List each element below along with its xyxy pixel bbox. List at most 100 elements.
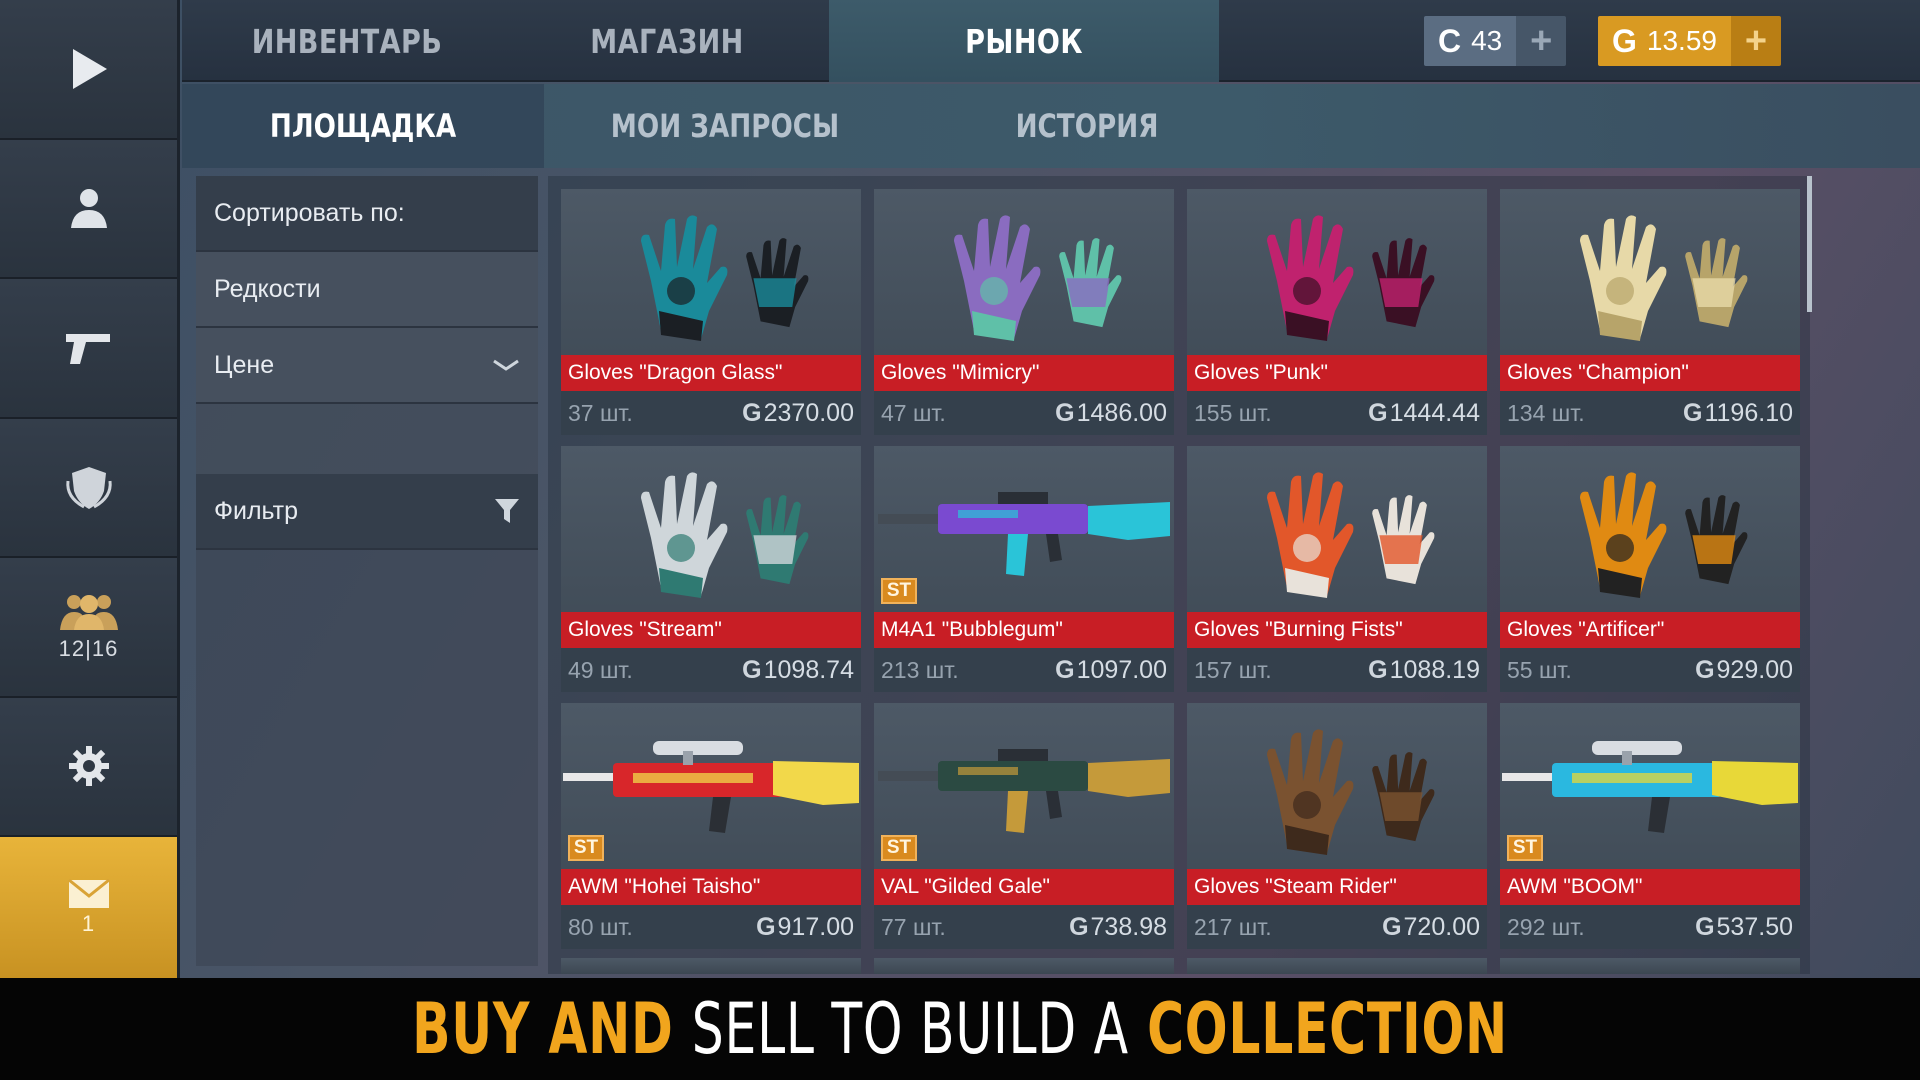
market-item-card[interactable]: ST AWM "BOOM" 292 шт. G 537.50	[1500, 703, 1800, 949]
item-quantity: 37 шт.	[568, 399, 633, 426]
gold-currency-icon: G	[1368, 655, 1388, 684]
item-quantity: 217 шт.	[1194, 913, 1272, 940]
item-price: G 1486.00	[1055, 399, 1167, 428]
item-price-value: 1097.00	[1076, 655, 1167, 684]
item-price: G 537.50	[1695, 913, 1793, 942]
next-row-card-peek[interactable]	[874, 958, 1174, 974]
item-image	[1187, 189, 1487, 355]
item-price-value: 738.98	[1090, 912, 1167, 941]
market-sub-tabs: ПЛОЩАДКА МОИ ЗАПРОСЫ ИСТОРИЯ	[182, 84, 1920, 168]
gold-currency-icon: G	[1368, 398, 1388, 427]
item-name: Gloves "Steam Rider"	[1187, 869, 1487, 905]
item-image	[1187, 703, 1487, 869]
item-quantity: 55 шт.	[1507, 656, 1572, 683]
tab-shop[interactable]: МАГАЗИН	[548, 0, 786, 82]
top-tab-bar: ИНВЕНТАРЬ МАГАЗИН РЫНОК C 43 + G 13.59 +	[182, 0, 1920, 82]
item-price-value: 2370.00	[763, 398, 854, 427]
market-item-card[interactable]: Gloves "Dragon Glass" 37 шт. G 2370.00	[561, 189, 861, 435]
item-meta: 55 шт. G 929.00	[1500, 648, 1800, 692]
item-quantity: 80 шт.	[568, 913, 633, 940]
panel-spacer	[196, 404, 538, 474]
item-price-value: 929.00	[1716, 655, 1793, 684]
sort-option-rarity[interactable]: Редкости	[196, 252, 538, 328]
play-icon	[72, 48, 107, 89]
item-meta: 155 шт. G 1444.44	[1187, 391, 1487, 435]
next-row-card-peek[interactable]	[561, 958, 861, 974]
add-gold-button[interactable]: +	[1730, 16, 1781, 66]
item-image	[1500, 446, 1800, 612]
weapons-button[interactable]	[0, 279, 177, 419]
item-price-value: 1444.44	[1389, 398, 1480, 427]
tab-marketplace[interactable]: ПЛОЩАДКА	[215, 84, 512, 168]
sidebar: 12|16 1	[0, 0, 180, 978]
filter-label: Фильтр	[214, 496, 298, 525]
gold-value-box: G 13.59	[1598, 16, 1731, 66]
market-item-card[interactable]: Gloves "Mimicry" 47 шт. G 1486.00	[874, 189, 1174, 435]
tab-my-requests[interactable]: МОИ ЗАПРОСЫ	[577, 84, 874, 168]
item-meta: 47 шт. G 1486.00	[874, 391, 1174, 435]
item-price: G 1097.00	[1055, 656, 1167, 685]
grid-scrollbar[interactable]	[1807, 176, 1812, 312]
gold-coin-icon: G	[1612, 22, 1637, 59]
item-price: G 720.00	[1382, 913, 1480, 942]
clan-button[interactable]	[0, 418, 177, 558]
market-item-card[interactable]: ST AWM "Hohei Taisho" 80 шт. G 917.00	[561, 703, 861, 949]
item-meta: 134 шт. G 1196.10	[1500, 391, 1800, 435]
silver-coin-icon: C	[1438, 22, 1462, 59]
item-name: Gloves "Champion"	[1500, 355, 1800, 391]
gold-currency-icon: G	[756, 912, 776, 941]
sort-option-price[interactable]: Цене	[196, 328, 538, 404]
item-quantity: 49 шт.	[568, 656, 633, 683]
tab-market[interactable]: РЫНОК	[864, 0, 1184, 82]
settings-button[interactable]	[0, 697, 177, 837]
market-item-card[interactable]: Gloves "Punk" 155 шт. G 1444.44	[1187, 189, 1487, 435]
market-item-card[interactable]: ST VAL "Gilded Gale" 77 шт. G 738.98	[874, 703, 1174, 949]
item-image	[561, 189, 861, 355]
silver-value-box: C 43	[1424, 16, 1517, 66]
tab-inventory[interactable]: ИНВЕНТАРЬ	[228, 0, 466, 82]
add-silver-button[interactable]: +	[1516, 16, 1567, 66]
item-name: Gloves "Artificer"	[1500, 612, 1800, 648]
item-price-value: 917.00	[777, 912, 854, 941]
market-item-card[interactable]: Gloves "Champion" 134 шт. G 1196.10	[1500, 189, 1800, 435]
friends-button[interactable]: 12|16	[0, 558, 177, 698]
funnel-icon	[495, 499, 519, 523]
item-meta: 157 шт. G 1088.19	[1187, 648, 1487, 692]
gloves-icon	[1267, 215, 1435, 341]
item-price-value: 1486.00	[1076, 398, 1167, 427]
tab-history[interactable]: ИСТОРИЯ	[939, 84, 1236, 168]
sniper-rifle-icon	[563, 741, 859, 833]
promo-banner: BUY AND SELL TO BUILD A COLLECTION	[0, 978, 1920, 1080]
market-item-card[interactable]: Gloves "Artificer" 55 шт. G 929.00	[1500, 446, 1800, 692]
market-item-card[interactable]: Gloves "Burning Fists" 157 шт. G 1088.19	[1187, 446, 1487, 692]
next-row-card-peek[interactable]	[1500, 958, 1800, 974]
filter-button[interactable]: Фильтр	[196, 474, 538, 550]
promo-text: BUY AND SELL TO BUILD A COLLECTION	[412, 988, 1508, 1070]
stattrack-badge: ST	[1507, 835, 1543, 861]
stattrack-badge: ST	[881, 578, 917, 604]
sort-option-price-label: Цене	[214, 350, 275, 379]
gloves-icon	[641, 472, 809, 598]
gold-currency-icon: G	[1683, 398, 1703, 427]
play-button[interactable]	[0, 0, 177, 140]
item-price-value: 1196.10	[1704, 398, 1793, 427]
item-quantity: 155 шт.	[1194, 399, 1272, 426]
market-item-card[interactable]: Gloves "Steam Rider" 217 шт. G 720.00	[1187, 703, 1487, 949]
next-row-card-peek[interactable]	[1187, 958, 1487, 974]
market-item-card[interactable]: Gloves "Stream" 49 шт. G 1098.74	[561, 446, 861, 692]
rifle-icon	[878, 492, 1170, 576]
gold-currency-icon: G	[1055, 655, 1075, 684]
item-name: AWM "Hohei Taisho"	[561, 869, 861, 905]
item-meta: 217 шт. G 720.00	[1187, 905, 1487, 949]
item-image	[874, 446, 1174, 612]
item-quantity: 77 шт.	[881, 913, 946, 940]
gold-currency-icon: G	[1695, 655, 1715, 684]
gloves-icon	[1267, 729, 1435, 855]
market-item-card[interactable]: ST M4A1 "Bubblegum" 213 шт. G 1097.00	[874, 446, 1174, 692]
item-meta: 37 шт. G 2370.00	[561, 391, 861, 435]
gold-currency-icon: G	[1055, 398, 1075, 427]
mail-button[interactable]: 1	[0, 837, 177, 978]
gold-currency-icon: G	[1695, 912, 1715, 941]
profile-button[interactable]	[0, 139, 177, 279]
gold-currency-icon: G	[742, 655, 762, 684]
